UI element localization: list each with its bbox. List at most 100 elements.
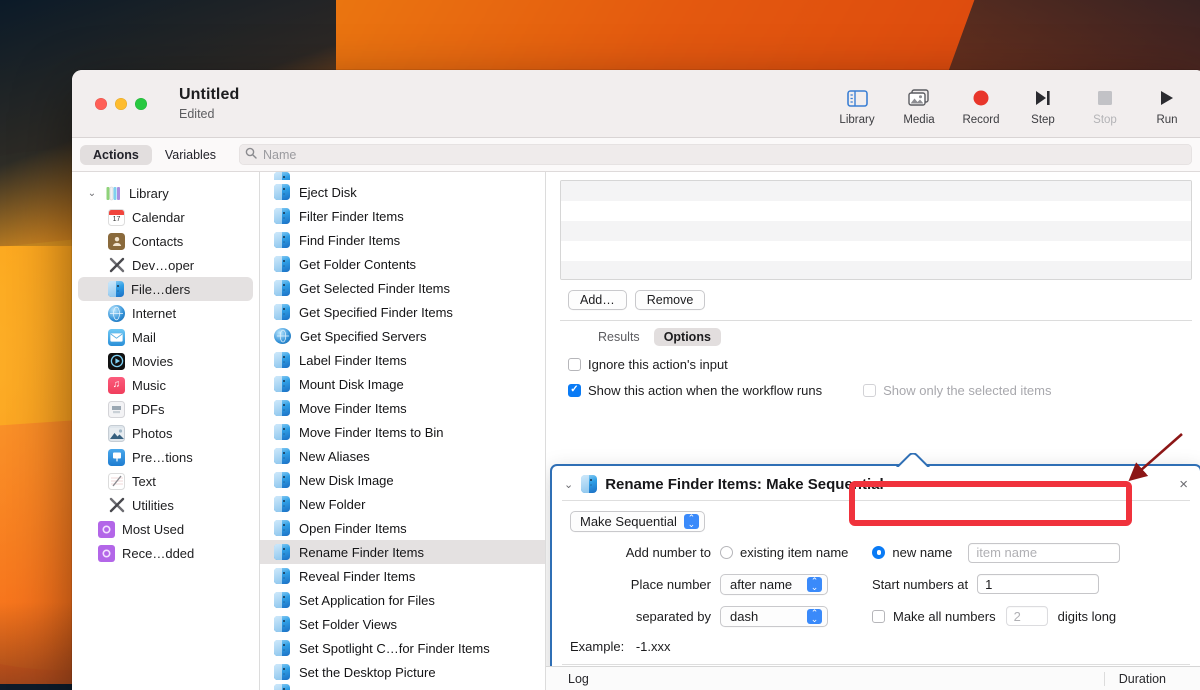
sidebar-item-photos[interactable]: Photos [78, 421, 253, 445]
minimize-window-button[interactable] [115, 98, 127, 110]
toolbar-run-button[interactable]: Run [1136, 81, 1198, 126]
chevron-updown-icon[interactable]: ⌃⌄ [807, 577, 822, 592]
add-number-to-label: Add number to [570, 545, 720, 560]
list-item[interactable]: Label Finder Items [260, 348, 545, 372]
text-icon [108, 473, 125, 490]
digits-input[interactable]: 2 [1006, 606, 1048, 626]
finder-icon [274, 592, 290, 608]
search-input[interactable]: Name [239, 144, 1192, 165]
sidebar-item-files-and-folders[interactable]: File…ders [78, 277, 253, 301]
finder-icon [274, 172, 290, 180]
list-item[interactable]: Eject Disk [260, 180, 545, 204]
place-number-row: Place number after name ⌃⌄ Start numbers… [570, 574, 1182, 595]
add-number-to-row: Add number to existing item name new nam… [570, 543, 1182, 563]
list-item[interactable]: Mount Disk Image [260, 372, 545, 396]
ignore-input-checkbox[interactable] [568, 358, 581, 371]
tab-variables[interactable]: Variables [152, 145, 229, 165]
radio-existing-item-name[interactable] [720, 546, 733, 559]
list-item[interactable]: Set Folder Views [260, 612, 545, 636]
list-item[interactable]: New Aliases [260, 444, 545, 468]
show-action-checkbox[interactable] [568, 384, 581, 397]
sidebar-item-utilities[interactable]: Utilities [78, 493, 253, 517]
sidebar-item-mail[interactable]: Mail [78, 325, 253, 349]
chevron-updown-icon[interactable]: ⌃⌄ [684, 514, 699, 529]
chevron-down-icon[interactable]: ⌄ [564, 478, 573, 491]
table-row[interactable] [561, 241, 1191, 261]
tab-options[interactable]: Options [654, 328, 721, 346]
sidebar-item-label: Most Used [122, 522, 184, 537]
table-row[interactable] [561, 181, 1191, 201]
action-label: Get Specified Servers [300, 329, 426, 344]
make-all-numbers-checkbox[interactable] [872, 610, 885, 623]
toolbar-record-button[interactable]: Record [950, 81, 1012, 126]
close-icon[interactable]: × [1179, 476, 1188, 493]
zoom-window-button[interactable] [135, 98, 147, 110]
internet-icon [108, 305, 125, 322]
sidebar-item-presentations[interactable]: Pre…tions [78, 445, 253, 469]
list-item[interactable]: Reveal Finder Items [260, 564, 545, 588]
tab-results[interactable]: Results [588, 328, 650, 346]
table-row[interactable] [561, 201, 1191, 221]
window-title: Untitled [179, 86, 239, 104]
traffic-lights [95, 98, 147, 110]
mode-select[interactable]: Make Sequential ⌃⌄ [570, 511, 705, 532]
start-numbers-input[interactable]: 1 [977, 574, 1099, 594]
list-item-partial[interactable] [260, 172, 545, 180]
list-item[interactable]: New Disk Image [260, 468, 545, 492]
separated-by-select[interactable]: dash ⌃⌄ [720, 606, 828, 627]
place-number-value: after name [730, 577, 792, 592]
ignore-input-label: Ignore this action's input [588, 357, 728, 372]
items-table[interactable] [560, 180, 1192, 280]
list-item[interactable]: Move Finder Items to Bin [260, 420, 545, 444]
sidebar-item-calendar[interactable]: 17 Calendar [78, 205, 253, 229]
add-button[interactable]: Add… [568, 290, 627, 310]
place-number-select[interactable]: after name ⌃⌄ [720, 574, 828, 595]
list-item[interactable]: Filter Finder Items [260, 204, 545, 228]
list-item[interactable]: Move Finder Items [260, 396, 545, 420]
sidebar-item-recently-added[interactable]: Rece…dded [78, 541, 253, 565]
sidebar-item-text[interactable]: Text [78, 469, 253, 493]
list-item[interactable]: Find Finder Items [260, 228, 545, 252]
sidebar-item-internet[interactable]: Internet [78, 301, 253, 325]
table-row[interactable] [561, 261, 1191, 280]
tab-actions[interactable]: Actions [80, 145, 152, 165]
chevron-updown-icon[interactable]: ⌃⌄ [807, 609, 822, 624]
actions-scroll-area[interactable]: Eject Disk Filter Finder Items Find Find… [260, 172, 545, 690]
list-item[interactable]: Set Spotlight C…for Finder Items [260, 636, 545, 660]
toolbar-stop-button[interactable]: Stop [1074, 81, 1136, 126]
radio-new-name[interactable] [872, 546, 885, 559]
list-item[interactable]: Set Application for Files [260, 588, 545, 612]
finder-icon [108, 281, 124, 297]
chevron-down-icon[interactable]: ⌄ [86, 188, 98, 199]
finder-icon [274, 424, 290, 440]
example-value: -1.xxx [636, 639, 671, 654]
action-label: Find Finder Items [299, 233, 400, 248]
sidebar-item-pdfs[interactable]: PDFs [78, 397, 253, 421]
list-item[interactable]: Open Finder Items [260, 516, 545, 540]
actions-list[interactable]: Eject Disk Filter Finder Items Find Find… [260, 172, 546, 690]
table-row[interactable] [561, 221, 1191, 241]
sidebar-item-contacts[interactable]: Contacts [78, 229, 253, 253]
toolbar-media-button[interactable]: Media [888, 81, 950, 126]
list-item[interactable]: Get Folder Contents [260, 252, 545, 276]
sidebar-item-movies[interactable]: Movies [78, 349, 253, 373]
sidebar-item-library[interactable]: ⌄ Library [78, 181, 253, 205]
ignore-input-checkbox-row[interactable]: Ignore this action's input [568, 357, 1200, 372]
sidebar-item-most-used[interactable]: Most Used [78, 517, 253, 541]
sidebar-item-developer[interactable]: Dev…oper [78, 253, 253, 277]
list-item-partial[interactable] [260, 684, 545, 690]
remove-button[interactable]: Remove [635, 290, 706, 310]
list-item[interactable]: Get Selected Finder Items [260, 276, 545, 300]
toolbar-library-button[interactable]: Library [826, 81, 888, 126]
sidebar-item-music[interactable]: ♫ Music [78, 373, 253, 397]
list-item[interactable]: Get Specified Servers [260, 324, 545, 348]
list-item-rename-finder-items[interactable]: Rename Finder Items [260, 540, 545, 564]
list-item[interactable]: Set the Desktop Picture [260, 660, 545, 684]
toolbar-step-button[interactable]: Step [1012, 81, 1074, 126]
new-name-input[interactable]: item name [968, 543, 1120, 563]
list-item[interactable]: Get Specified Finder Items [260, 300, 545, 324]
show-selected-checkbox[interactable] [863, 384, 876, 397]
show-action-checkbox-row[interactable]: Show this action when the workflow runs … [568, 383, 1200, 398]
list-item[interactable]: New Folder [260, 492, 545, 516]
close-window-button[interactable] [95, 98, 107, 110]
